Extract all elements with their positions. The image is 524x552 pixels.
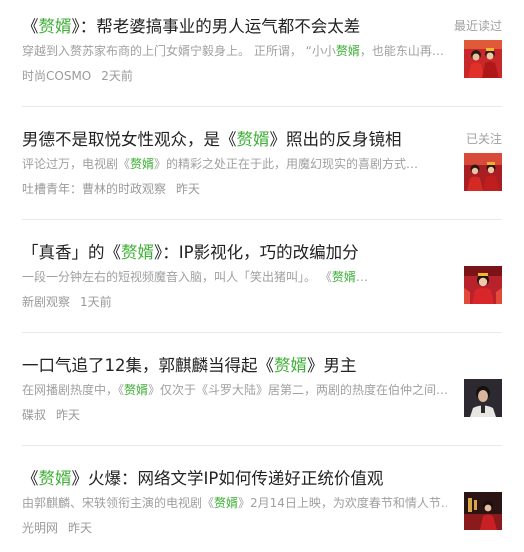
source-name[interactable]: 吐槽青年：曹林的时政观察 — [22, 182, 166, 196]
snippet-keyword-highlight: 赘婿 — [130, 157, 155, 171]
title-text: 「真香」的《 — [22, 243, 121, 262]
read-status-tag: 最近读过 — [453, 19, 502, 33]
result-snippet: 评论过万，电视剧《赘婿》的精彩之处正在于此，用魔幻现实的喜剧方式… — [22, 157, 419, 171]
snippet-keyword-highlight: 赘婿 — [335, 44, 360, 58]
result-item[interactable]: 《赘婿》火爆：网络文学IP如何传递好正统价值观 由郭麒麟、宋轶领衔主演的电视剧《… — [0, 452, 524, 552]
title-text: 》男主 — [307, 356, 357, 375]
result-meta: 光明网 昨天 — [22, 520, 92, 536]
source-name[interactable]: 碟叔 — [22, 408, 46, 422]
title-keyword-highlight: 赘婿 — [274, 356, 307, 375]
title-text: 《 — [22, 469, 39, 488]
result-item[interactable]: 「真香」的《赘婿》：IP影视化，巧的改编加分 一段一分钟左右的短视频魔音入脑，叫… — [0, 226, 524, 338]
result-item[interactable]: 一口气追了12集，郭麒麟当得起《赘婿》男主 在网播剧热度中，《赘婿》仅次于《斗罗… — [0, 339, 524, 451]
source-name[interactable]: 时尚COSMO — [22, 69, 91, 83]
divider — [22, 445, 502, 446]
result-snippet: 穿越到入赘苏家布商的上门女婿宁毅身上。 正所谓， “小小赘婿，也能东山再… — [22, 44, 444, 58]
result-meta: 新剧观察 1天前 — [22, 294, 112, 310]
result-title[interactable]: 「真香」的《赘婿》：IP影视化，巧的改编加分 — [22, 242, 452, 264]
title-keyword-highlight: 赘婿 — [38, 469, 72, 488]
follow-status-tag: 已关注 — [465, 132, 502, 146]
title-text: 《 — [22, 17, 39, 36]
result-snippet: 由郭麒麟、宋轶领衔主演的电视剧《赘婿》2月14日上映，为欢度春节和情人节… — [22, 496, 447, 510]
title-keyword-highlight: 赘婿 — [38, 17, 72, 36]
title-text: 一口气追了12集，郭麒麟当得起《 — [22, 356, 274, 375]
result-title[interactable]: 《赘婿》：帮老婆搞事业的男人运气都不会太差 — [22, 16, 452, 38]
snippet-keyword-highlight: 赘婿 — [214, 496, 239, 510]
publish-time: 昨天 — [56, 408, 81, 422]
publish-time: 昨天 — [176, 182, 201, 196]
divider — [22, 219, 502, 220]
result-snippet: 一段一分钟左右的短视频魔音入脑，叫人「笑出猪叫」。 《赘婿… — [22, 270, 368, 284]
result-title[interactable]: 男德不是取悦女性观众，是《赘婿》照出的反身镜相 — [22, 129, 452, 151]
snippet-keyword-highlight: 赘婿 — [124, 383, 149, 397]
red-costume-bride-thumbnail[interactable] — [464, 266, 502, 304]
result-title[interactable]: 《赘婿》火爆：网络文学IP如何传递好正统价值观 — [22, 468, 452, 490]
source-name[interactable]: 光明网 — [22, 521, 58, 535]
title-text: 》：IP影视化，巧的改编加分 — [154, 243, 359, 262]
divider — [22, 106, 502, 107]
result-item[interactable]: 《赘婿》：帮老婆搞事业的男人运气都不会太差 最近读过 穿越到入赘苏家布商的上门女… — [0, 0, 524, 112]
title-text: 》：帮老婆搞事业的男人运气都不会太差 — [71, 17, 361, 36]
publish-time: 昨天 — [68, 521, 93, 535]
source-name[interactable]: 新剧观察 — [22, 295, 70, 309]
result-snippet: 在网播剧热度中，《赘婿》仅次于《斗罗大陆》居第二，两剧的热度在伯仲之间… — [22, 383, 447, 397]
publish-time: 2天前 — [101, 69, 133, 83]
snippet-keyword-highlight: 赘婿 — [331, 270, 356, 284]
title-text: 》照出的反身镜相 — [269, 130, 402, 149]
publish-time: 1天前 — [80, 295, 112, 309]
divider — [22, 332, 502, 333]
red-wedding-photo-thumbnail[interactable] — [464, 40, 502, 78]
result-item[interactable]: 男德不是取悦女性观众，是《赘婿》照出的反身镜相 已关注 评论过万，电视剧《赘婿》… — [0, 113, 524, 225]
result-title[interactable]: 一口气追了12集，郭麒麟当得起《赘婿》男主 — [22, 355, 452, 377]
red-wedding-couple-thumbnail[interactable] — [464, 153, 502, 191]
title-keyword-highlight: 赘婿 — [236, 130, 270, 149]
title-text: 》火爆：网络文学IP如何传递好正统价值观 — [71, 469, 384, 488]
title-keyword-highlight: 赘婿 — [121, 243, 154, 262]
actor-portrait-thumbnail[interactable] — [464, 379, 502, 417]
result-meta: 碟叔 昨天 — [22, 407, 80, 423]
drama-poster-thumbnail[interactable] — [464, 492, 502, 530]
title-text: 男德不是取悦女性观众，是《 — [22, 130, 237, 149]
result-meta: 时尚COSMO 2天前 — [22, 68, 133, 84]
result-meta: 吐槽青年：曹林的时政观察 昨天 — [22, 181, 200, 197]
